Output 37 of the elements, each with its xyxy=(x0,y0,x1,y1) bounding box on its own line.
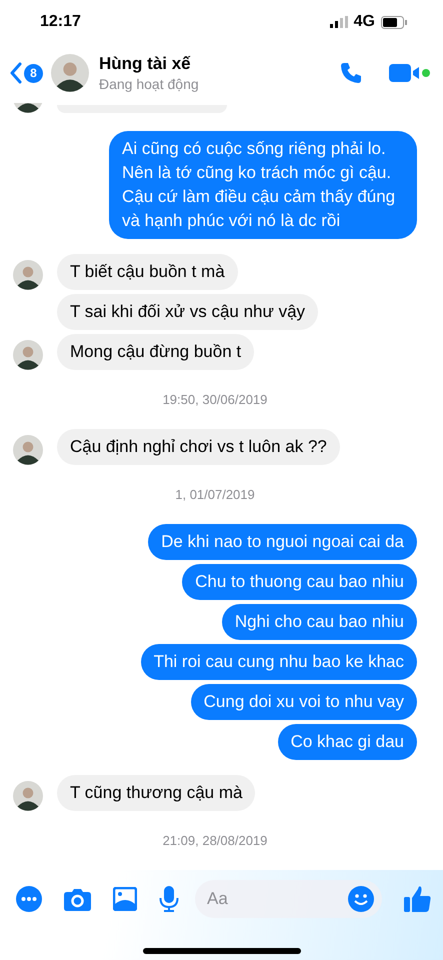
timestamp: 1, 01/07/2019 xyxy=(174,486,256,502)
message-bubble: T cũng thương cậu mà xyxy=(57,774,256,811)
more-icon[interactable] xyxy=(16,886,42,912)
thumbs-up-icon[interactable] xyxy=(404,885,431,912)
signal-icon xyxy=(330,16,348,28)
message-bubble: Nghi cho cau bao nhiu xyxy=(222,604,417,640)
message-bubble: T sai khi đối xử vs cậu như vậy xyxy=(57,294,318,330)
back-icon[interactable] xyxy=(10,62,22,84)
message-bubble: Cậu định nghỉ chơi vs t luôn ak ?? xyxy=(57,428,340,465)
network-label: 4G xyxy=(354,13,375,32)
timestamp: 19:50, 30/06/2019 xyxy=(162,392,268,407)
message-bubble: Chu to thuong cau bao nhiu xyxy=(182,564,417,600)
video-call-icon[interactable] xyxy=(389,62,431,84)
message-input[interactable]: Aa xyxy=(195,880,382,918)
message-bubble: Thi roi cau cung nhu bao ke khac xyxy=(140,644,417,680)
message-bubble: Co khac gi dau xyxy=(278,724,417,760)
message-bubble: Cung doi xu voi to nhu vay xyxy=(190,684,417,720)
unread-badge[interactable]: 8 xyxy=(24,64,43,83)
timestamp: 21:09, 28/08/2019 xyxy=(162,832,268,848)
message-bubble: Ai cũng có cuộc sống riêng phải lo. Nên là tớ cũng ko trách móc gì cậu. Cậu cứ làm điều cậu cảm thấy đúng và hạnh phúc với nó là dc rồi xyxy=(109,130,417,239)
avatar xyxy=(13,260,43,290)
avatar xyxy=(13,434,43,465)
message-bubble: T biết cậu buồn t mà xyxy=(57,254,238,290)
message-bubble: Mong cậu đừng buồn t xyxy=(57,334,254,370)
avatar xyxy=(13,340,43,370)
camera-icon[interactable] xyxy=(64,886,91,911)
battery-icon xyxy=(381,16,407,29)
contact-name: Hùng tài xế xyxy=(99,54,192,74)
message-bubble: De khi nao to nguoi ngoai cai da xyxy=(148,524,417,560)
active-status: Đang hoạt động xyxy=(99,76,200,92)
clock-time: 12:17 xyxy=(40,13,82,32)
image-icon[interactable] xyxy=(113,886,137,911)
phone-icon[interactable] xyxy=(339,61,363,86)
emoji-icon[interactable] xyxy=(348,886,374,912)
avatar xyxy=(51,54,89,92)
avatar xyxy=(13,780,43,811)
microphone-icon[interactable] xyxy=(159,886,179,912)
